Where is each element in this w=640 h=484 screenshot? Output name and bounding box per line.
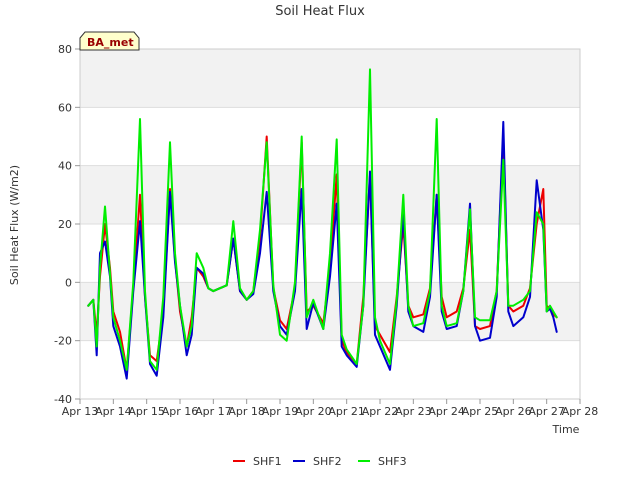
x-tick-label: Apr 27 [528,405,565,418]
chart-container: -40 -20 0 20 40 60 80 Apr 13 Apr 14 Apr 15 Apr 16… [0,0,640,480]
x-tick-label: Apr 23 [395,405,432,418]
x-tick-label: Apr 20 [295,405,332,418]
y-tick-label: 40 [58,160,72,173]
y-tick-label: -20 [54,335,72,348]
y-tick-label: 0 [65,276,72,289]
plot-band [80,340,580,399]
x-tick-label: Apr 28 [562,405,599,418]
x-tick-label: Apr 19 [262,405,299,418]
x-tick-label: Apr 26 [495,405,532,418]
chart-title: Soil Heat Flux [275,4,365,19]
x-tick-label: Apr 22 [362,405,399,418]
y-tick-label: 20 [58,218,72,231]
soil-heat-flux-chart: -40-20020406080 Apr 13Apr 14Apr 15Apr 16… [0,0,640,480]
x-tick-label: Apr 24 [428,405,465,418]
x-tick-label: Apr 14 [95,405,132,418]
y-axis-label: Soil Heat Flux (W/m2) [8,165,21,285]
y-tick-label: 80 [58,43,72,56]
badge: BA_met [79,31,140,51]
legend-label-shf3: SHF3 [378,455,407,468]
x-axis-label: Time [552,423,580,436]
plot-band [80,282,580,341]
x-tick-label: Apr 25 [462,405,499,418]
legend-label-shf1: SHF1 [253,455,282,468]
badge-label: BA_met [87,36,134,49]
legend-label-shf2: SHF2 [313,455,342,468]
plot-band [80,49,580,108]
x-tick-label: Apr 13 [62,405,99,418]
x-tick-label: Apr 21 [328,405,365,418]
y-tick-label: 60 [58,101,72,114]
x-tick-label: Apr 16 [162,405,199,418]
x-tick-label: Apr 17 [195,405,232,418]
x-tick-label: Apr 18 [228,405,265,418]
x-tick-label: Apr 15 [128,405,165,418]
legend: SHF1 SHF2 SHF3 [233,455,407,468]
